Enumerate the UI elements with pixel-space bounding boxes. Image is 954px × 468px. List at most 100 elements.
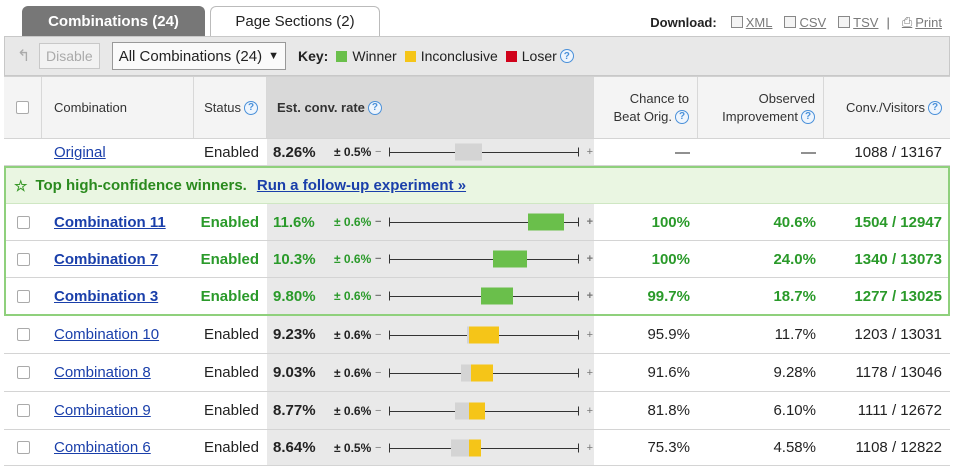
disable-button[interactable]: Disable [39,43,100,69]
status-help-icon[interactable]: ? [244,100,258,115]
tab-page-sections[interactable]: Page Sections (2) [210,6,380,36]
range-minus-label: − [375,216,382,228]
combination-link[interactable]: Combination 11 [54,214,166,231]
header-improvement-line2: Improvement [722,108,798,124]
original-link[interactable]: Original [54,144,106,161]
range-minus-label: − [375,290,382,302]
key-help-icon[interactable]: ? [559,49,574,63]
legend-key: Key: Winner Inconclusive Loser ? [298,48,574,64]
header-improvement-line1: Observed [758,90,815,106]
rate-margin: ± 0.6% [334,327,372,342]
table-row: Combination 3 Enabled 9.80% ± 0.6% − + 99… [4,278,950,315]
range-plus-label: + [586,290,593,302]
header-conv[interactable]: Conv./Visitors? [824,77,950,138]
chance-value: 75.3% [647,439,690,456]
chance-cell: 81.8% [594,392,698,429]
dropdown-arrow-icon: ▼ [268,50,279,62]
improvement-value: 24.0% [773,250,816,268]
print-link[interactable]: ⎙ Print [902,14,942,30]
rate-value: 10.3% [273,250,316,268]
download-label: Download: [650,14,717,30]
download-xml-link[interactable]: XML [730,15,772,30]
print-label: Print [915,14,942,30]
table-header: Combination Status? Est. conv. rate? Cha… [4,76,950,139]
row-checkbox[interactable] [16,328,30,341]
printer-icon: ⎙ [901,14,913,29]
download-links: Download: XML CSV TSV | ⎙ Print [650,14,942,30]
conv-cell: 1088 / 13167 [824,139,950,165]
row-checkbox[interactable] [16,404,30,417]
download-separator: | [886,14,890,30]
interval-box [471,364,493,381]
improvement-value: 18.7% [773,287,816,305]
row-checkbox[interactable] [16,366,30,379]
chance-cell: 100% [594,204,698,240]
confidence-bar: − + [375,278,593,314]
interval-box [481,287,513,305]
tsv-file-icon [838,16,851,28]
status-value: Enabled [200,250,259,268]
header-status[interactable]: Status? [194,77,267,138]
combination-link[interactable]: Combination 10 [54,326,159,343]
rate-margin: ± 0.5% [334,440,372,455]
improvement-value: 11.7% [774,326,816,343]
header-est-rate[interactable]: Est. conv. rate? [267,77,594,138]
rate-margin: ± 0.6% [334,365,372,380]
header-checkbox-cell [4,77,42,138]
interval-box [455,143,482,161]
conv-value: 1178 / 13046 [855,364,942,381]
checkbox-cell [4,278,42,314]
improvement-value: 4.58% [773,439,816,456]
download-csv-label: CSV [799,14,827,30]
chance-value: 100% [651,213,690,231]
download-csv-link[interactable]: CSV [784,15,826,30]
row-checkbox[interactable] [16,215,30,229]
combination-name-cell: Combination 8 [42,354,194,391]
combination-link[interactable]: Combination 6 [54,439,151,456]
tab-combinations[interactable]: Combinations (24) [22,6,205,36]
combination-link[interactable]: Combination 7 [54,251,158,268]
range-minus-label: − [375,328,382,341]
interval-box [528,213,564,231]
row-checkbox[interactable] [16,252,30,266]
follow-up-experiment-link[interactable]: Run a follow-up experiment » [257,177,466,194]
chance-help-icon[interactable]: ? [675,110,689,125]
toolbar: ↰ Disable All Combinations (24) ▼ Key: W… [4,36,950,76]
combination-filter-select[interactable]: All Combinations (24) ▼ [111,42,286,70]
range-minus-label: − [375,146,382,158]
table-row: Combination 8 Enabled 9.03% ± 0.6% − + 91… [4,354,950,392]
range-plus-label: + [586,328,593,341]
rate-margin: ± 0.6% [334,289,372,303]
undo-icon[interactable]: ↰ [17,46,35,66]
inconclusive-label: Inconclusive [420,48,498,64]
combination-link[interactable]: Combination 3 [54,288,158,305]
row-checkbox[interactable] [16,441,30,454]
checkbox-cell [4,316,42,353]
conv-help-icon[interactable]: ? [928,100,942,115]
row-checkbox[interactable] [16,289,30,303]
est-rate-help-icon[interactable]: ? [367,100,382,115]
table-row: Combination 11 Enabled 11.6% ± 0.6% − + 1… [4,204,950,241]
combination-link[interactable]: Combination 9 [54,402,151,419]
combination-link[interactable]: Combination 8 [54,364,151,381]
download-tsv-link[interactable]: TSV [838,15,878,30]
improvement-help-icon[interactable]: ? [801,110,815,125]
range-plus-label: + [586,146,593,158]
header-combination[interactable]: Combination [42,77,194,138]
header-chance[interactable]: Chance to Beat Orig.? [594,77,698,138]
status-cell: Enabled [194,139,267,165]
select-all-checkbox[interactable] [16,101,29,114]
table-row: Combination 6 Enabled 8.64% ± 0.5% − + 75… [4,430,950,466]
confidence-bar: − + [375,430,593,465]
conv-cell: 1504 / 12947 [824,204,950,240]
improvement-cell: 11.7% [698,316,824,353]
checkbox-cell [4,204,42,240]
header-improvement[interactable]: Observed Improvement? [698,77,824,138]
chance-value: 91.6% [647,364,690,381]
chance-cell: 91.6% [594,354,698,391]
range-minus-label: − [375,253,382,265]
improvement-cell: 24.0% [698,241,824,277]
status-cell: Enabled [194,430,267,465]
chance-value: 81.8% [647,402,690,419]
confidence-bar: − + [375,241,593,277]
